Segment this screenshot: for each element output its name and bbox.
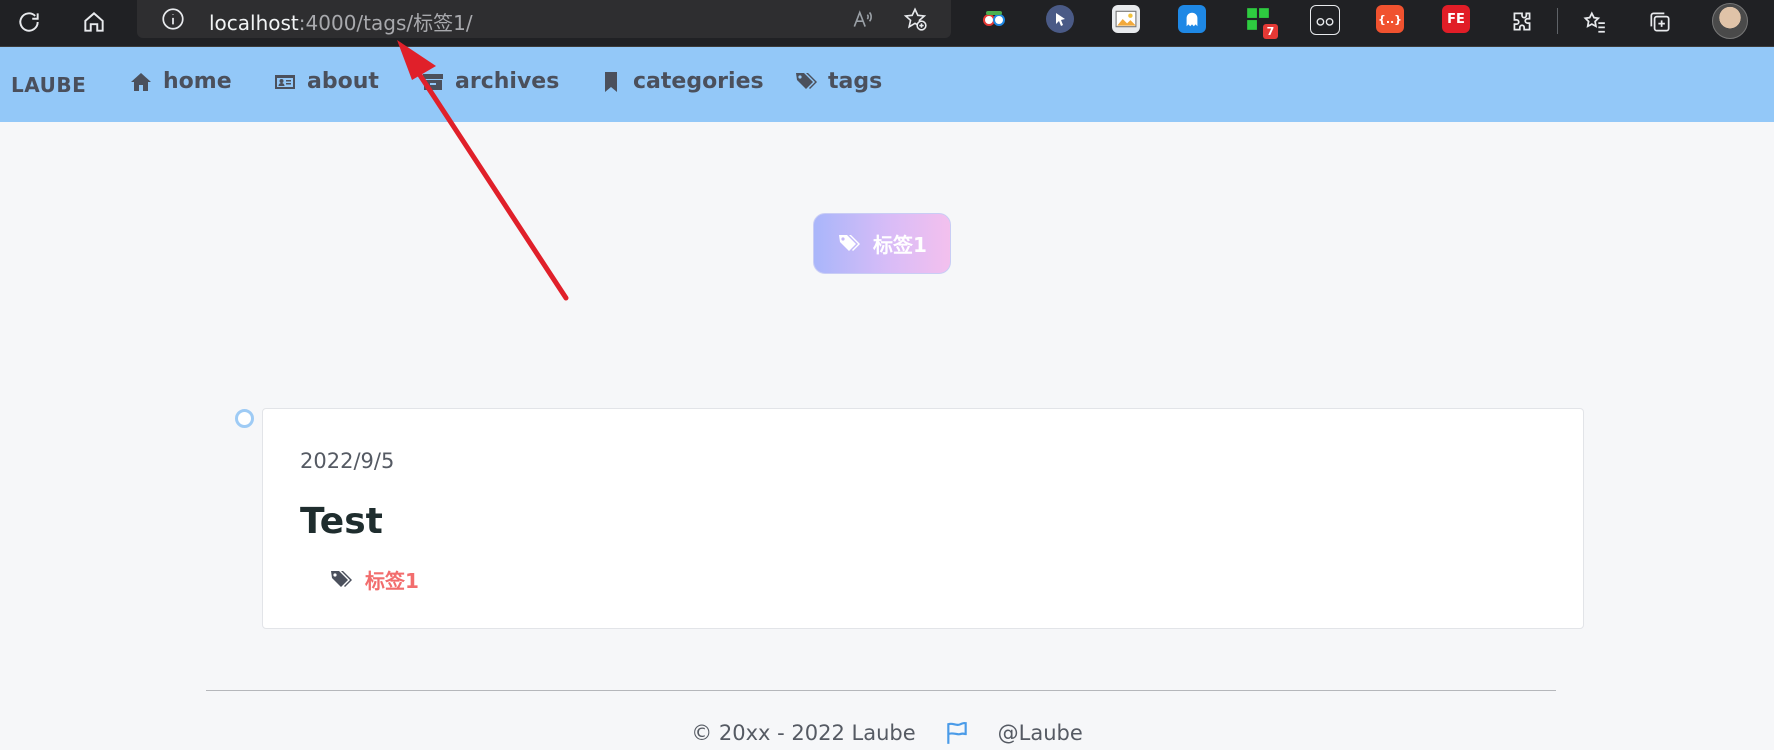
home-icon[interactable]: [78, 6, 110, 38]
nav-item-label: tags: [828, 69, 883, 94]
url-path: :4000/tags/标签1/: [298, 11, 473, 35]
grid-extension-icon[interactable]: 7: [1244, 5, 1278, 39]
site-navbar: LAUBE home about archives categories tag…: [0, 47, 1774, 122]
address-bar[interactable]: localhost:4000/tags/标签1/: [137, 0, 951, 38]
url-host: localhost: [209, 11, 299, 35]
collections-icon[interactable]: [1644, 6, 1676, 38]
nav-item-archives[interactable]: archives: [421, 69, 559, 94]
site-footer: © 20xx - 2022 Laube @Laube: [0, 720, 1774, 746]
site-brand[interactable]: LAUBE: [11, 73, 86, 97]
glasses-extension-icon[interactable]: [1310, 5, 1340, 35]
url-text[interactable]: localhost:4000/tags/标签1/: [209, 7, 473, 36]
current-tag-label: 标签1: [873, 233, 927, 257]
tags-icon: [839, 234, 861, 251]
add-favorite-icon[interactable]: [899, 3, 931, 35]
nav-item-label: home: [163, 69, 232, 94]
post-card: 2022/9/5 Test 标签1: [262, 408, 1584, 629]
home-icon: [131, 72, 151, 91]
nav-item-about[interactable]: about: [273, 69, 379, 94]
post-tags: 标签1: [329, 565, 419, 594]
footer-copyright: © 20xx - 2022 Laube: [691, 721, 916, 745]
timeline-dot: [235, 409, 254, 428]
fe-extension-icon[interactable]: FE: [1442, 5, 1470, 33]
tags-icon: [331, 570, 352, 587]
image-extension-icon[interactable]: [1112, 5, 1140, 33]
braces-extension-label: {..}: [1377, 12, 1403, 26]
nav-item-label: categories: [633, 69, 764, 94]
nav-item-categories[interactable]: categories: [599, 69, 764, 94]
refresh-icon[interactable]: [13, 6, 45, 38]
ghost-extension-icon[interactable]: [1178, 5, 1206, 33]
id-card-icon: [275, 74, 295, 89]
nav-item-label: archives: [455, 69, 560, 94]
nav-item-tags[interactable]: tags: [794, 69, 882, 94]
bookmark-icon: [605, 71, 617, 92]
archive-box-icon: [423, 73, 443, 90]
post-date: 2022/9/5: [300, 449, 395, 473]
fe-extension-label: FE: [1447, 11, 1465, 27]
footer-author-link[interactable]: @Laube: [998, 721, 1083, 745]
info-icon[interactable]: [157, 3, 189, 35]
nav-item-label: about: [307, 69, 379, 94]
footer-divider: [206, 690, 1556, 691]
braces-extension-icon[interactable]: {..}: [1376, 5, 1404, 33]
flag-icon: [946, 721, 967, 744]
extension-badge: 7: [1263, 24, 1278, 39]
toolbar-divider: [1557, 8, 1558, 34]
favorites-icon[interactable]: [1578, 6, 1610, 38]
browser-toolbar: localhost:4000/tags/标签1/ 7 {..} FE: [0, 0, 1774, 47]
post-title[interactable]: Test: [300, 501, 383, 542]
tags-icon: [796, 72, 817, 89]
cursor-extension-icon[interactable]: [1046, 5, 1074, 33]
profile-avatar[interactable]: [1712, 3, 1748, 39]
extensions-puzzle-icon[interactable]: [1506, 6, 1538, 38]
current-tag-pill[interactable]: 标签1: [813, 213, 951, 274]
read-aloud-icon[interactable]: [847, 3, 879, 35]
post-tag-link[interactable]: 标签1: [365, 565, 419, 594]
nav-item-home[interactable]: home: [129, 69, 232, 94]
spy-glasses-extension-icon[interactable]: [980, 5, 1008, 33]
